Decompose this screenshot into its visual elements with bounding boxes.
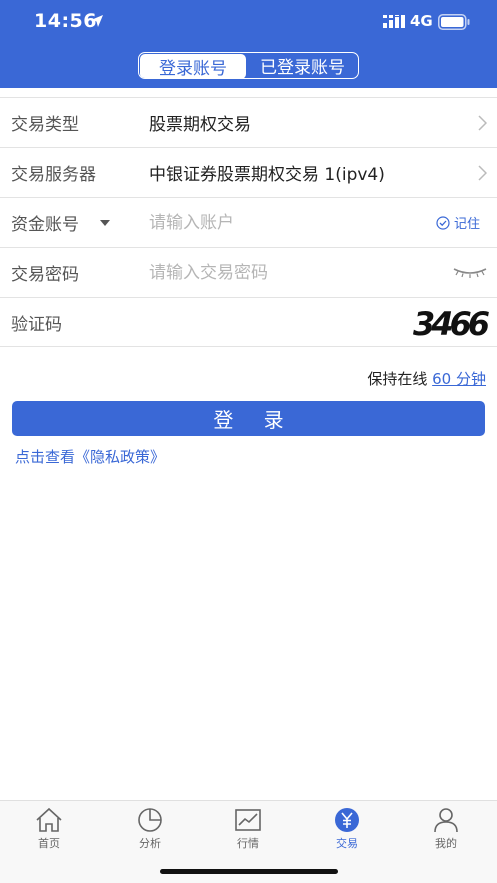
home-indicator	[160, 869, 338, 874]
tab-login-account[interactable]: 登录账号	[140, 54, 246, 78]
keep-online-prefix: 保持在线	[367, 370, 428, 388]
account-label: 资金账号	[11, 215, 79, 235]
remember-toggle[interactable]: 记住	[436, 213, 480, 232]
trade-server-row[interactable]: 交易服务器 中银证券股票期权交易 1(ipv4)	[0, 147, 497, 197]
location-arrow-icon	[91, 15, 103, 27]
login-mode-segment: 登录账号 已登录账号	[138, 52, 359, 79]
account-input[interactable]	[149, 212, 409, 233]
status-bar: 14:56 4G	[0, 0, 497, 44]
app-header: 14:56 4G 登录账号 已登录账号	[0, 0, 497, 88]
login-button[interactable]: 登 录	[12, 401, 485, 436]
captcha-label: 验证码	[11, 314, 62, 335]
tab-market[interactable]: 行情	[218, 807, 278, 851]
network-type: 4G	[410, 12, 433, 30]
password-label: 交易密码	[11, 265, 79, 285]
privacy-policy-link[interactable]: 点击查看《隐私政策》	[15, 446, 165, 467]
password-input[interactable]	[149, 262, 409, 283]
eye-closed-icon[interactable]	[453, 266, 487, 280]
line-chart-icon	[235, 809, 261, 831]
trade-server-label: 交易服务器	[11, 165, 96, 185]
tab-analysis-label: 分析	[139, 837, 161, 850]
keep-online-duration-link[interactable]: 60 分钟	[432, 370, 486, 388]
account-row: 资金账号 记住	[0, 197, 497, 247]
tab-analysis[interactable]: 分析	[120, 807, 180, 851]
user-icon	[434, 808, 458, 833]
chevron-right-icon	[478, 165, 487, 181]
tab-trade[interactable]: 交易	[317, 807, 377, 851]
dropdown-triangle-icon[interactable]	[100, 220, 110, 226]
chevron-right-icon	[478, 115, 487, 131]
status-time: 14:56	[34, 10, 97, 32]
yen-icon	[335, 808, 359, 832]
captcha-row: 验证码 3466	[0, 297, 497, 347]
password-row: 交易密码	[0, 247, 497, 297]
battery-icon	[438, 14, 470, 30]
login-form: 交易类型 股票期权交易 交易服务器 中银证券股票期权交易 1(ipv4) 资金账…	[0, 97, 497, 347]
home-icon	[36, 807, 62, 832]
remember-label: 记住	[453, 217, 480, 232]
tab-logged-in-accounts[interactable]: 已登录账号	[247, 53, 358, 78]
tab-market-label: 行情	[237, 837, 259, 850]
pie-chart-icon	[138, 808, 162, 832]
trade-server-value: 中银证券股票期权交易 1(ipv4)	[149, 165, 385, 185]
tab-mine[interactable]: 我的	[416, 807, 476, 851]
tab-home-label: 首页	[38, 837, 60, 850]
trade-type-row[interactable]: 交易类型 股票期权交易	[0, 97, 497, 147]
captcha-image[interactable]: 3466	[413, 305, 490, 343]
trade-type-value: 股票期权交易	[149, 115, 251, 135]
tab-mine-label: 我的	[435, 837, 457, 850]
tab-home[interactable]: 首页	[19, 807, 79, 851]
signal-icon	[383, 15, 405, 28]
trade-type-label: 交易类型	[11, 115, 79, 135]
check-circle-icon	[436, 215, 450, 230]
keep-online-text: 保持在线 60 分钟	[367, 368, 486, 389]
tab-trade-label: 交易	[336, 837, 358, 850]
